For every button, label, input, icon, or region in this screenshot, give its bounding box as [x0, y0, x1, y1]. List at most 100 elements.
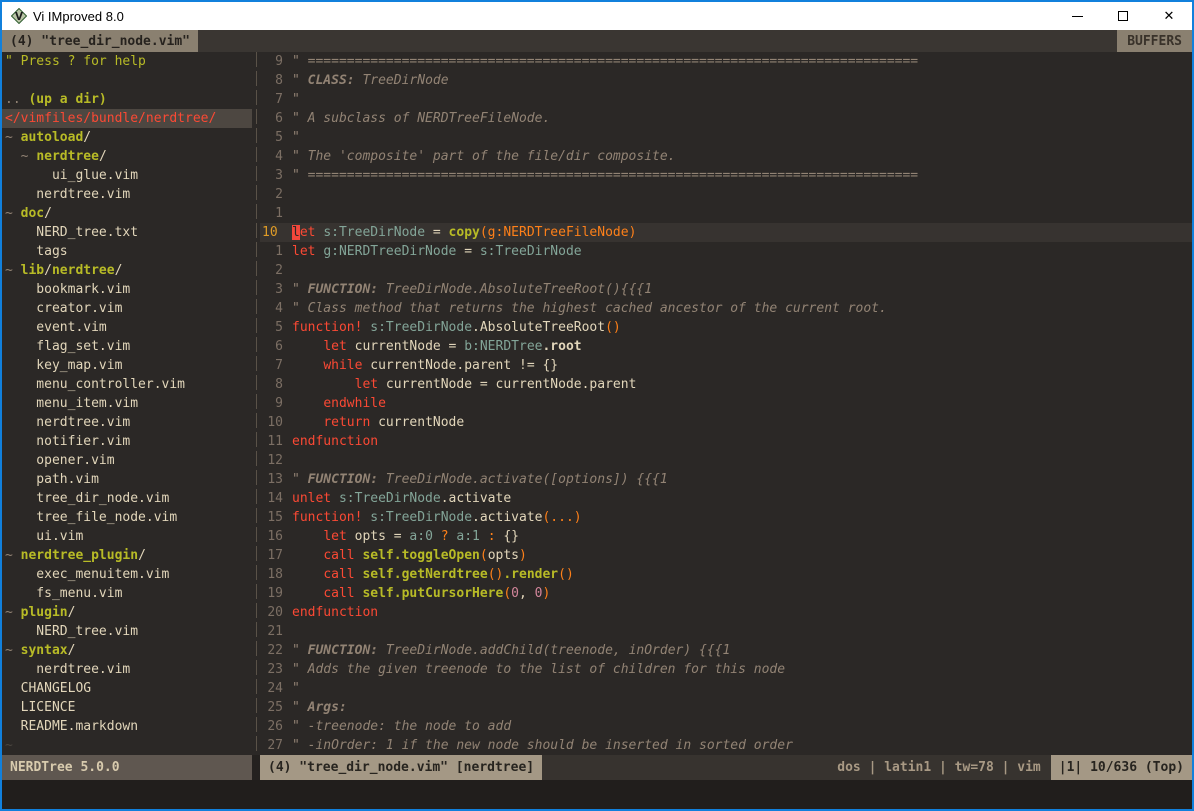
line-number: 27	[260, 736, 292, 755]
editor-line[interactable]: 10 return currentNode	[260, 413, 1192, 432]
nerdtree-pane[interactable]: " Press ? for help .. (up a dir)</vimfile…	[2, 52, 252, 755]
editor-line[interactable]: 6" A subclass of NERDTreeFileNode.	[260, 109, 1192, 128]
editor-line[interactable]: 15function! s:TreeDirNode.activate(...)	[260, 508, 1192, 527]
command-line[interactable]	[2, 780, 1192, 809]
nerdtree-row[interactable]: ui_glue.vim	[2, 166, 252, 185]
nerdtree-row[interactable]: ~ plugin/	[2, 603, 252, 622]
main-area: " Press ? for help .. (up a dir)</vimfile…	[2, 52, 1192, 755]
editor-line[interactable]: 13" FUNCTION: TreeDirNode.activate([opti…	[260, 470, 1192, 489]
nerdtree-row[interactable]: event.vim	[2, 318, 252, 337]
nerdtree-row[interactable]: ~ nerdtree/	[2, 147, 252, 166]
nerdtree-row[interactable]: creator.vim	[2, 299, 252, 318]
tab-active-buffer[interactable]: (4) "tree_dir_node.vim"	[2, 30, 198, 52]
editor-line-cursor[interactable]: 10let s:TreeDirNode = copy(g:NERDTreeFil…	[260, 223, 1192, 242]
editor-line[interactable]: 22" FUNCTION: TreeDirNode.addChild(treen…	[260, 641, 1192, 660]
editor-line[interactable]: 11endfunction	[260, 432, 1192, 451]
vertical-split-separator[interactable]	[252, 52, 260, 755]
nerdtree-row[interactable]: tree_dir_node.vim	[2, 489, 252, 508]
nerdtree-row[interactable]: tree_file_node.vim	[2, 508, 252, 527]
nerdtree-row[interactable]: ~	[2, 736, 252, 755]
nerdtree-row[interactable]: README.markdown	[2, 717, 252, 736]
code-segment: " ======================================…	[292, 54, 918, 69]
nerdtree-row[interactable]	[2, 71, 252, 90]
editor-line[interactable]: 8" CLASS: TreeDirNode	[260, 71, 1192, 90]
editor-line[interactable]: 19 call self.putCursorHere(0, 0)	[260, 584, 1192, 603]
nerdtree-row[interactable]: nerdtree.vim	[2, 413, 252, 432]
editor-line[interactable]: 23" Adds the given treenode to the list …	[260, 660, 1192, 679]
editor-line[interactable]: 1	[260, 204, 1192, 223]
nerdtree-row[interactable]: path.vim	[2, 470, 252, 489]
editor-line[interactable]: 26" -treenode: the node to add	[260, 717, 1192, 736]
window-title: Vi IMproved 8.0	[33, 9, 124, 24]
editor-line[interactable]: 9 endwhile	[260, 394, 1192, 413]
nerdtree-row[interactable]: flag_set.vim	[2, 337, 252, 356]
editor-line[interactable]: 2	[260, 261, 1192, 280]
editor-line[interactable]: 17 call self.toggleOpen(opts)	[260, 546, 1192, 565]
nerdtree-row[interactable]: ~ syntax/	[2, 641, 252, 660]
editor-line[interactable]: 20endfunction	[260, 603, 1192, 622]
editor-line[interactable]: 7"	[260, 90, 1192, 109]
nerdtree-row[interactable]: LICENCE	[2, 698, 252, 717]
nerdtree-row[interactable]: notifier.vim	[2, 432, 252, 451]
nerdtree-row[interactable]: menu_controller.vim	[2, 375, 252, 394]
nerdtree-row[interactable]: ui.vim	[2, 527, 252, 546]
line-number: 15	[260, 508, 292, 527]
nerdtree-row[interactable]: nerdtree.vim	[2, 185, 252, 204]
editor-line[interactable]: 9" =====================================…	[260, 52, 1192, 71]
editor-line[interactable]: 1let g:NERDTreeDirNode = s:TreeDirNode	[260, 242, 1192, 261]
line-number: 5	[260, 318, 292, 337]
editor-line[interactable]: 7 while currentNode.parent != {}	[260, 356, 1192, 375]
nerdtree-row[interactable]: key_map.vim	[2, 356, 252, 375]
editor-line[interactable]: 3" =====================================…	[260, 166, 1192, 185]
nerdtree-row[interactable]: CHANGELOG	[2, 679, 252, 698]
editor-line[interactable]: 4" Class method that returns the highest…	[260, 299, 1192, 318]
nerdtree-row[interactable]: ~ lib/nerdtree/	[2, 261, 252, 280]
editor-line[interactable]: 5"	[260, 128, 1192, 147]
line-number: 10	[260, 413, 292, 432]
statusline-position: |1| 10/636 (Top)	[1051, 755, 1192, 780]
editor-line[interactable]: 3" FUNCTION: TreeDirNode.AbsoluteTreeRoo…	[260, 280, 1192, 299]
editor-line[interactable]: 25" Args:	[260, 698, 1192, 717]
editor-line[interactable]: 8 let currentNode = currentNode.parent	[260, 375, 1192, 394]
code-segment: TreeDirNode	[355, 73, 449, 88]
nerdtree-row[interactable]: .. (up a dir)	[2, 90, 252, 109]
code-segment: NERD_tree.txt	[5, 225, 138, 240]
line-number: 7	[260, 90, 292, 109]
editor-line[interactable]: 24"	[260, 679, 1192, 698]
editor-line[interactable]: 4" The 'composite' part of the file/dir …	[260, 147, 1192, 166]
line-number: 7	[260, 356, 292, 375]
nerdtree-row[interactable]: tags	[2, 242, 252, 261]
nerdtree-row[interactable]: fs_menu.vim	[2, 584, 252, 603]
editor-line[interactable]: 12	[260, 451, 1192, 470]
editor-pane[interactable]: 9" =====================================…	[260, 52, 1192, 755]
minimize-button[interactable]	[1054, 2, 1100, 30]
editor-line[interactable]: 5function! s:TreeDirNode.AbsoluteTreeRoo…	[260, 318, 1192, 337]
nerdtree-row[interactable]: ~ nerdtree_plugin/	[2, 546, 252, 565]
nerdtree-row[interactable]: nerdtree.vim	[2, 660, 252, 679]
code-segment: (	[480, 548, 488, 563]
nerdtree-row[interactable]: " Press ? for help	[2, 52, 252, 71]
nerdtree-row[interactable]: NERD_tree.txt	[2, 223, 252, 242]
nerdtree-row[interactable]: ~ doc/	[2, 204, 252, 223]
nerdtree-row[interactable]: exec_menuitem.vim	[2, 565, 252, 584]
editor-line[interactable]: 2	[260, 185, 1192, 204]
code-segment: README.markdown	[5, 719, 138, 734]
code-segment: )	[542, 586, 550, 601]
editor-line[interactable]: 21	[260, 622, 1192, 641]
editor-line[interactable]: 14unlet s:TreeDirNode.activate	[260, 489, 1192, 508]
editor-line[interactable]: 18 call self.getNerdtree().render()	[260, 565, 1192, 584]
maximize-button[interactable]	[1100, 2, 1146, 30]
nerdtree-row[interactable]: NERD_tree.vim	[2, 622, 252, 641]
editor-line[interactable]: 27" -inOrder: 1 if the new node should b…	[260, 736, 1192, 755]
editor-line[interactable]: 16 let opts = a:0 ? a:1 : {}	[260, 527, 1192, 546]
nerdtree-row-selected[interactable]: </vimfiles/bundle/nerdtree/	[2, 109, 252, 128]
nerdtree-row[interactable]: opener.vim	[2, 451, 252, 470]
line-number: 19	[260, 584, 292, 603]
close-button[interactable]: ✕	[1146, 2, 1192, 30]
nerdtree-row[interactable]: menu_item.vim	[2, 394, 252, 413]
code-segment: let	[355, 377, 378, 392]
code-segment: endfunction	[292, 605, 378, 620]
editor-line[interactable]: 6 let currentNode = b:NERDTree.root	[260, 337, 1192, 356]
nerdtree-row[interactable]: ~ autoload/	[2, 128, 252, 147]
nerdtree-row[interactable]: bookmark.vim	[2, 280, 252, 299]
